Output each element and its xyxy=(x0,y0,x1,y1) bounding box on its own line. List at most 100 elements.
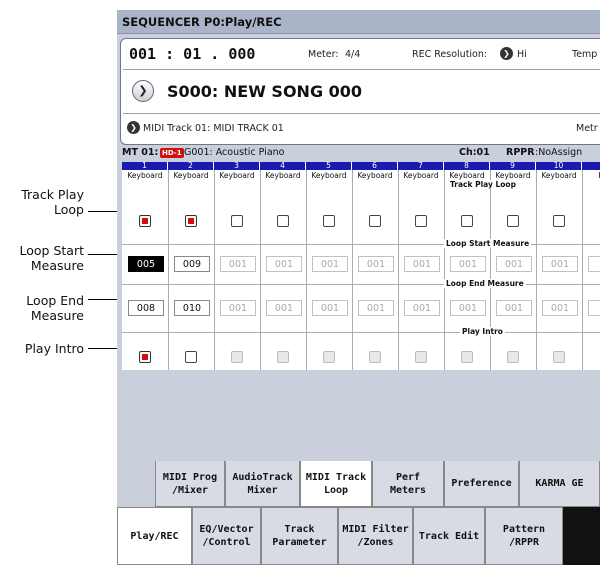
track-play-loop-checkbox[interactable] xyxy=(369,215,381,227)
callout-play-intro: Play Intro xyxy=(24,341,84,356)
track-number: 9 xyxy=(490,162,536,170)
play-intro-checkbox[interactable] xyxy=(415,351,427,363)
rppr-value: :NoAssign xyxy=(535,147,583,158)
tab-strip-filler xyxy=(563,507,600,565)
loop-start-measure-field[interactable]: 001 xyxy=(220,256,256,272)
track-number: 10 xyxy=(536,162,582,170)
track-number: 11 xyxy=(582,162,600,170)
column-divider xyxy=(260,170,261,370)
callout-loop-start: Loop Start Measure xyxy=(19,243,84,273)
tempo-label: Temp xyxy=(572,49,598,60)
track-select[interactable]: MIDI Track 01: MIDI TRACK 01 xyxy=(143,123,284,134)
loop-start-measure-field[interactable]: 0 xyxy=(588,256,600,272)
track-number: 7 xyxy=(398,162,444,170)
track-number: 4 xyxy=(260,162,306,170)
loop-end-measure-field[interactable]: 001 xyxy=(404,300,440,316)
track-source: Keyboard xyxy=(173,171,209,180)
page-title: SEQUENCER P0:Play/REC xyxy=(117,10,600,34)
loop-start-measure-field[interactable]: 001 xyxy=(496,256,532,272)
track-number: 8 xyxy=(444,162,490,170)
section-label-play-intro: Play Intro xyxy=(460,327,505,336)
rec-resolution-arrow-icon[interactable]: ❯ xyxy=(500,47,513,60)
loop-start-measure-field[interactable]: 009 xyxy=(174,256,210,272)
track-source: Keyboard xyxy=(541,171,577,180)
track-play-loop-checkbox[interactable] xyxy=(277,215,289,227)
track-source: Keyboard xyxy=(311,171,347,180)
page-tab-track-edit[interactable]: Track Edit xyxy=(413,507,485,565)
loop-end-measure-field[interactable]: 001 xyxy=(266,300,302,316)
callout-track-play-loop: Track Play Loop xyxy=(21,187,84,217)
play-intro-checkbox[interactable] xyxy=(185,351,197,363)
track-source: Key xyxy=(582,170,600,182)
track-source: Keyboard xyxy=(265,171,301,180)
loop-end-measure-field[interactable]: 001 xyxy=(312,300,348,316)
rec-resolution-label: REC Resolution: xyxy=(412,49,488,60)
play-intro-checkbox[interactable] xyxy=(507,351,519,363)
loop-start-measure-field[interactable]: 001 xyxy=(312,256,348,272)
loop-start-measure-field[interactable]: 001 xyxy=(404,256,440,272)
song-select-arrow-icon[interactable]: ❯ xyxy=(132,80,154,102)
column-divider xyxy=(444,170,445,370)
loop-end-measure-field[interactable]: 010 xyxy=(174,300,210,316)
tab-perf-meters[interactable]: Perf Meters xyxy=(372,461,444,507)
track-number: 3 xyxy=(214,162,260,170)
program-name: G001: Acoustic Piano xyxy=(184,147,285,158)
loop-end-measure-field[interactable]: 001 xyxy=(358,300,394,316)
track-number: 1 xyxy=(122,162,168,170)
play-intro-checkbox[interactable] xyxy=(139,351,151,363)
track-number: 2 xyxy=(168,162,214,170)
column-divider xyxy=(490,170,491,370)
track-source: Keyboard xyxy=(403,171,439,180)
page-tab-pattern-rppr[interactable]: Pattern /RPPR xyxy=(485,507,563,565)
track-play-loop-checkbox[interactable] xyxy=(461,215,473,227)
play-intro-checkbox[interactable] xyxy=(461,351,473,363)
track-select-arrow-icon[interactable]: ❯ xyxy=(127,121,140,134)
tab-midi-track-loop[interactable]: MIDI Track Loop xyxy=(300,461,372,507)
track-play-loop-checkbox[interactable] xyxy=(415,215,427,227)
rec-resolution-value[interactable]: Hi xyxy=(517,49,527,60)
channel: Ch:01 xyxy=(459,147,490,158)
tab-preference[interactable]: Preference xyxy=(444,461,519,507)
loop-start-measure-field[interactable]: 001 xyxy=(542,256,578,272)
track-source: Keyboard xyxy=(127,171,163,180)
column-divider xyxy=(398,170,399,370)
loop-start-measure-field[interactable]: 001 xyxy=(450,256,486,272)
play-intro-checkbox[interactable] xyxy=(553,351,565,363)
track-play-loop-checkbox[interactable] xyxy=(507,215,519,227)
track-play-loop-checkbox[interactable] xyxy=(139,215,151,227)
loop-start-measure-field[interactable]: 005 xyxy=(128,256,164,272)
sequencer-screen: SEQUENCER P0:Play/REC 001 : 01 . 000 Met… xyxy=(117,10,600,565)
track-play-loop-checkbox[interactable] xyxy=(553,215,565,227)
track-play-loop-checkbox[interactable] xyxy=(323,215,335,227)
loop-end-measure-field[interactable]: 001 xyxy=(450,300,486,316)
location-display[interactable]: 001 : 01 . 000 xyxy=(129,45,255,63)
loop-end-measure-field[interactable]: 008 xyxy=(128,300,164,316)
tab-karma-ge[interactable]: KARMA GE xyxy=(519,461,600,507)
page-tab-play-rec[interactable]: Play/REC xyxy=(117,507,192,565)
tab-audiotrack-mixer[interactable]: AudioTrack Mixer xyxy=(225,461,300,507)
page-tab-midi-filter-zones[interactable]: MIDI Filter /Zones xyxy=(338,507,413,565)
loop-end-measure-field[interactable]: 001 xyxy=(496,300,532,316)
track-number: 5 xyxy=(306,162,352,170)
loop-end-measure-field[interactable]: 0 xyxy=(588,300,600,316)
play-intro-checkbox[interactable] xyxy=(231,351,243,363)
column-divider xyxy=(536,170,537,370)
song-name[interactable]: S000: NEW SONG 000 xyxy=(167,82,362,101)
play-intro-checkbox[interactable] xyxy=(369,351,381,363)
meter-label: Meter: xyxy=(308,49,339,60)
page-tab-track-parameter[interactable]: Track Parameter xyxy=(261,507,338,565)
page-tab-eq-vector-control[interactable]: EQ/Vector /Control xyxy=(192,507,261,565)
loop-end-measure-field[interactable]: 001 xyxy=(220,300,256,316)
play-intro-checkbox[interactable] xyxy=(277,351,289,363)
track-play-loop-checkbox[interactable] xyxy=(231,215,243,227)
column-divider xyxy=(168,170,169,370)
track-play-loop-checkbox[interactable] xyxy=(185,215,197,227)
meter-value[interactable]: 4/4 xyxy=(345,49,360,60)
loop-start-measure-field[interactable]: 001 xyxy=(358,256,394,272)
loop-start-measure-field[interactable]: 001 xyxy=(266,256,302,272)
track-loop-grid: 1 Keyboard 2 Keyboard 3 Keyboard 4 Keyboard 5 Key… xyxy=(122,162,600,370)
play-intro-checkbox[interactable] xyxy=(323,351,335,363)
loop-end-measure-field[interactable]: 001 xyxy=(542,300,578,316)
tab-midi-prog-mixer[interactable]: MIDI Prog /Mixer xyxy=(155,461,225,507)
track-id: MT 01: xyxy=(122,147,159,158)
